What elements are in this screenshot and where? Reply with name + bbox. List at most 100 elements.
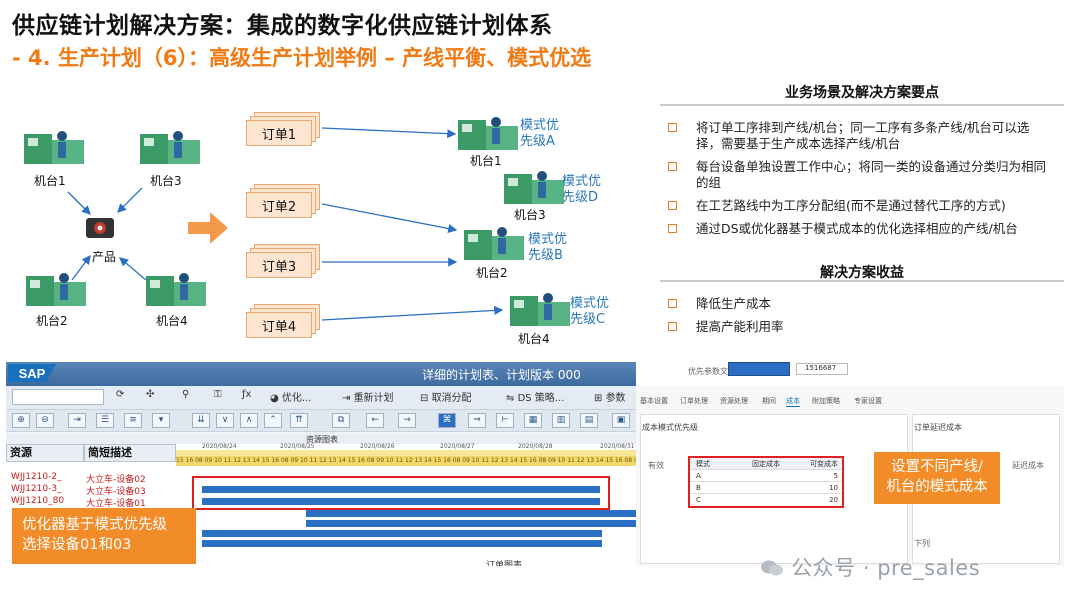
resource-cell[interactable]: WJJ1210-2_	[11, 472, 62, 482]
list-icon[interactable]: ☰	[96, 413, 114, 428]
resource-cell[interactable]: WJJ1210_80	[11, 496, 64, 506]
date-label: 2020/08/26	[360, 443, 395, 450]
order-card: 订单2	[246, 184, 320, 218]
table-row[interactable]: C 20	[690, 494, 842, 506]
page-subtitle: - 4. 生产计划（6）：高级生产计划举例 – 产线平衡、模式优选	[12, 46, 592, 70]
list-item: 提高产能利用率	[660, 319, 1050, 335]
zoom-in-icon[interactable]: ⊕	[12, 413, 30, 428]
machine-icon	[462, 222, 528, 264]
table-icon[interactable]: ▣	[612, 413, 630, 428]
reschedule-button[interactable]: ⇥ 重新计划	[342, 389, 394, 405]
callout-mode-cost: 设置不同产线/ 机台的模式成本	[874, 452, 1000, 504]
machine-icon	[502, 166, 568, 208]
chevron-down-icon[interactable]: ▾	[152, 413, 170, 428]
machine-label: 机台1	[34, 174, 66, 188]
move-down-icon[interactable]: ⇊	[192, 413, 210, 428]
gantt-bar[interactable]	[306, 510, 638, 517]
tab-order[interactable]: 订单处理	[680, 396, 708, 406]
col-resource: 资源	[6, 444, 84, 462]
order-card: 订单3	[246, 244, 320, 278]
arrow-right-icon	[188, 212, 228, 244]
chart-icon[interactable]: ▦	[524, 413, 542, 428]
move-top-icon[interactable]: ⇈	[290, 413, 308, 428]
tab-extra[interactable]: 附加策略	[812, 396, 840, 406]
machine-icon	[24, 268, 90, 310]
list-item: 将订单工序排到产线/机台；同一工序有多条产线/机台可以选择，需要基于生产成本选择…	[660, 120, 1050, 152]
wechat-icon	[760, 558, 784, 576]
forward-icon[interactable]: ⇒	[468, 413, 486, 428]
align-left-icon[interactable]: ⊢	[496, 413, 514, 428]
settings-icon[interactable]: ✣	[146, 389, 154, 405]
table-row[interactable]: A5	[690, 470, 842, 482]
schedule-icon[interactable]: ⌘	[438, 413, 456, 428]
filter-icon[interactable]: ⚲	[182, 389, 189, 405]
sap-logo: SAP	[8, 364, 56, 382]
collapse-icon[interactable]: ⇥	[68, 413, 86, 428]
tab-basic[interactable]: 基本设置	[640, 396, 668, 406]
refresh-icon[interactable]: ⟳	[116, 389, 124, 405]
list-item: 在工艺路线中为工序分配组(而不是通过替代工序的方式)	[660, 198, 1050, 214]
machine-icon	[456, 112, 522, 154]
align-icon[interactable]: ≡	[124, 413, 142, 428]
profile-value: 1516687	[796, 363, 848, 375]
order-chart-title: 订单图表	[486, 561, 523, 566]
valid-label: 有效	[648, 461, 664, 470]
date-label: 2020/08/24	[202, 443, 237, 450]
arrow-left-icon[interactable]: ←	[366, 413, 384, 428]
window-title: 详细的计划表、计划版本 000	[422, 368, 581, 382]
chevron-down-icon[interactable]: ∨	[216, 413, 234, 428]
table-row[interactable]: B 10	[690, 482, 842, 494]
order-label: 订单1	[246, 120, 312, 146]
zoom-out-icon[interactable]: ⊖	[36, 413, 54, 428]
bar-chart-icon[interactable]: ▥	[552, 413, 570, 428]
machine-icon	[22, 126, 88, 168]
function-icon[interactable]: ƒx	[242, 389, 251, 405]
gantt-toolbar: ⊕ ⊖ ⇥ ☰ ≡ ▾ ⇊ ∨ ∧ ⌃ ⇈ ⧉ ← → ⌘ ⇒ ⊢ ▦ ▥ ▤ …	[6, 410, 638, 432]
optimize-button[interactable]: ◕ 优化...	[270, 389, 311, 405]
tab-period[interactable]: 期间	[762, 396, 776, 406]
machine-label: 机台4	[156, 314, 188, 328]
tab-expert[interactable]: 专家设置	[854, 396, 882, 406]
tab-cost[interactable]: 成本	[786, 396, 800, 407]
tab-resource[interactable]: 资源处理	[720, 396, 748, 406]
down-label: 下列	[914, 539, 930, 548]
delay-cost-label: 延迟成本	[1012, 461, 1044, 470]
hour-row: 15 16 08 09 10 11 12 13 14 15 16 08 09 1…	[176, 456, 638, 466]
benefits-heading: 解决方案收益	[660, 262, 1064, 282]
machine-icon	[144, 268, 210, 310]
command-field[interactable]	[12, 389, 104, 405]
gantt-bar[interactable]	[306, 520, 638, 527]
copy-icon[interactable]: ⧉	[332, 413, 350, 428]
move-up-icon[interactable]: ∧	[240, 413, 258, 428]
list-item: 通过DS或优化器基于模式成本的优化选择相应的产线/机台	[660, 221, 1050, 237]
machine-icon	[508, 288, 574, 330]
mode-cost-table: 模式 固定成本 可变成本 A5 B 10 C 20	[688, 456, 844, 508]
priority-label-b: 模式优 先级B	[528, 232, 568, 263]
machine-label: 机台3	[514, 208, 546, 222]
section-right-title: 订单延迟成本	[914, 423, 962, 432]
watermark: 公众号 · pre_sales	[760, 552, 980, 582]
callout-optimizer: 优化器基于模式优先级 选择设备01和03	[12, 508, 196, 564]
settings-header: 优先参数文件: 1516687	[636, 352, 1064, 386]
resource-cell[interactable]: WJJ1210-3_	[11, 484, 62, 494]
gantt-bar[interactable]	[202, 540, 602, 547]
machine-label: 机台2	[36, 314, 68, 328]
toolbar: ⟳ ✣ ⚲ ⚿ ƒx ◕ 优化... ⇥ 重新计划 ⊟ 取消分配 ⇋ DS 策略…	[6, 386, 638, 410]
date-label: 2020/08/25	[280, 443, 315, 450]
chevron-up-icon[interactable]: ⌃	[264, 413, 282, 428]
cancel-assign-button[interactable]: ⊟ 取消分配	[420, 389, 472, 405]
lock-icon[interactable]: ⚿	[214, 389, 222, 405]
profile-input[interactable]	[728, 362, 790, 376]
benefit-points: 降低生产成本 提高产能利用率	[660, 296, 1050, 342]
ds-strategy-button[interactable]: ⇋ DS 策略...	[506, 389, 564, 405]
order-card: 订单4	[246, 304, 320, 338]
machine-label: 机台1	[470, 154, 502, 168]
order-label: 订单4	[246, 312, 312, 338]
machine-icon	[138, 126, 204, 168]
page-title: 供应链计划解决方案：集成的数字化供应链计划体系	[12, 13, 553, 39]
gantt-bar[interactable]	[202, 530, 602, 537]
panel-heading: 业务场景及解决方案要点	[660, 82, 1064, 106]
params-button[interactable]: ⊞ 参数	[594, 389, 626, 405]
grid-icon[interactable]: ▤	[580, 413, 598, 428]
arrow-right-icon[interactable]: →	[398, 413, 416, 428]
